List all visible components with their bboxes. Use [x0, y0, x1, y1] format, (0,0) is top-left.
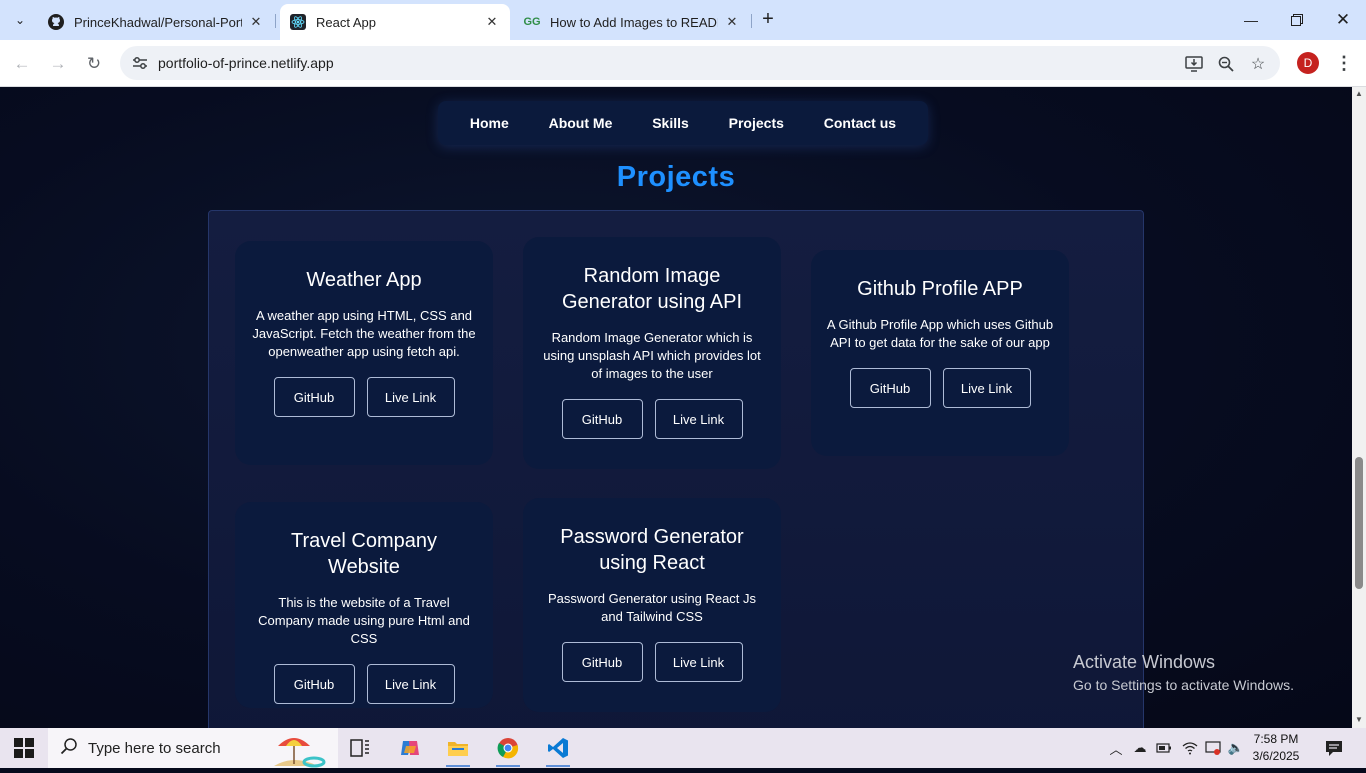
close-window-icon[interactable]: ✕ [1320, 0, 1366, 40]
project-title: Github Profile APP [857, 278, 1023, 300]
project-card: Weather App A weather app using HTML, CS… [235, 241, 493, 465]
page-viewport: Home About Me Skills Projects Contact us… [0, 87, 1352, 728]
file-explorer-icon[interactable] [440, 732, 476, 767]
project-card: Github Profile APP A Github Profile App … [811, 250, 1069, 456]
profile-avatar[interactable]: D [1297, 52, 1319, 74]
browser-toolbar: ← → ↻ portfolio-of-prince.netlify.app ☆ … [0, 40, 1366, 87]
nav-projects[interactable]: Projects [721, 115, 792, 131]
section-title: Projects [616, 161, 736, 193]
project-description: This is the website of a Travel Company … [258, 595, 470, 646]
project-card: Password Generator using React Password … [523, 498, 781, 712]
live-link-button[interactable]: Live Link [366, 664, 455, 704]
scroll-down-icon[interactable]: ▼ [1355, 715, 1363, 724]
forward-icon[interactable]: → [44, 50, 72, 78]
security-alert-icon[interactable] [1203, 738, 1223, 758]
watermark-title: Activate Windows [1073, 652, 1216, 672]
live-link-button[interactable]: Live Link [366, 377, 455, 417]
windows-taskbar: Type here to search ︿ ☁ 🔈 7:58 PM 3/6/20… [0, 728, 1366, 768]
page-scrollbar[interactable]: ▲ ▼ [1352, 87, 1366, 728]
browser-menu-icon[interactable]: ⋮ [1334, 52, 1354, 76]
search-placeholder: Type here to search [88, 739, 221, 757]
notification-icon[interactable] [1324, 738, 1344, 758]
scroll-up-icon[interactable]: ▲ [1355, 89, 1363, 98]
github-button[interactable]: GitHub [273, 377, 355, 417]
tab-title: PrinceKhadwal/Personal-Portfolio [74, 14, 242, 30]
projects-panel: Weather App A weather app using HTML, CS… [208, 210, 1144, 728]
battery-icon[interactable] [1154, 738, 1174, 758]
close-tab-icon[interactable]: ✕ [724, 14, 740, 30]
vscode-icon[interactable] [540, 732, 576, 767]
github-icon [48, 14, 64, 30]
github-button[interactable]: GitHub [561, 399, 643, 439]
github-button[interactable]: GitHub [849, 368, 931, 408]
new-tab-icon[interactable]: + [758, 9, 778, 30]
live-link-button[interactable]: Live Link [654, 642, 743, 682]
live-link-button[interactable]: Live Link [942, 368, 1031, 408]
show-hidden-icons-icon[interactable]: ︿ [1106, 738, 1126, 758]
github-button[interactable]: GitHub [561, 642, 643, 682]
react-icon [290, 14, 306, 30]
copilot-icon[interactable] [392, 732, 428, 764]
taskbar-clock[interactable]: 7:58 PM 3/6/2025 [1246, 731, 1306, 765]
scrollbar-thumb[interactable] [1355, 457, 1363, 589]
project-description: A Github Profile App which uses Github A… [826, 317, 1054, 350]
cloud-sync-icon[interactable]: ☁ [1130, 738, 1150, 758]
project-description: A weather app using HTML, CSS and JavaSc… [252, 308, 476, 359]
reload-icon[interactable]: ↻ [80, 50, 108, 78]
clock-date: 3/6/2025 [1252, 749, 1300, 763]
install-app-icon[interactable] [1182, 52, 1206, 76]
nav-home[interactable]: Home [462, 115, 517, 131]
site-info-icon[interactable] [130, 56, 150, 70]
project-title: Password Generator using React [560, 526, 744, 574]
tab-divider [751, 14, 752, 28]
project-description: Random Image Generator which is using un… [543, 330, 761, 381]
tab-geeksforgeeks[interactable]: GG How to Add Images to README ✕ [514, 4, 750, 40]
windows-start-icon[interactable] [14, 738, 34, 758]
tab-github[interactable]: PrinceKhadwal/Personal-Portfolio ✕ [38, 4, 274, 40]
wifi-icon[interactable] [1180, 738, 1200, 758]
zoom-icon[interactable] [1214, 52, 1238, 76]
tab-strip: ⌄ PrinceKhadwal/Personal-Portfolio ✕ Rea… [0, 0, 1366, 40]
project-description: Password Generator using React Js and Ta… [547, 591, 757, 624]
nav-about[interactable]: About Me [541, 115, 621, 131]
project-card: Travel Company Website This is the websi… [235, 502, 493, 708]
project-title: Travel Company Website [291, 530, 437, 578]
project-title: Random Image Generator using API [561, 265, 743, 313]
tab-title: How to Add Images to README [550, 14, 718, 30]
bookmark-star-icon[interactable]: ☆ [1246, 52, 1270, 76]
site-navbar: Home About Me Skills Projects Contact us [438, 101, 928, 145]
nav-contact[interactable]: Contact us [816, 115, 904, 131]
nav-skills[interactable]: Skills [644, 115, 697, 131]
close-tab-icon[interactable]: ✕ [248, 14, 264, 30]
minimize-icon[interactable]: — [1228, 0, 1274, 40]
project-title: Weather App [306, 269, 422, 291]
project-card: Random Image Generator using API Random … [523, 237, 781, 469]
geeksforgeeks-icon: GG [523, 16, 541, 28]
tab-search-dropdown-icon[interactable]: ⌄ [8, 8, 32, 32]
tab-divider [275, 14, 276, 28]
address-bar[interactable]: portfolio-of-prince.netlify.app [120, 46, 1280, 80]
github-button[interactable]: GitHub [273, 664, 355, 704]
clock-time: 7:58 PM [1253, 732, 1299, 746]
volume-icon[interactable]: 🔈 [1226, 738, 1246, 758]
live-link-button[interactable]: Live Link [654, 399, 743, 439]
tab-react-app[interactable]: React App ✕ [280, 4, 510, 40]
chrome-icon[interactable] [490, 732, 526, 767]
restore-icon[interactable] [1274, 0, 1320, 40]
url-text: portfolio-of-prince.netlify.app [158, 55, 334, 71]
tab-title: React App [316, 14, 376, 30]
watermark-subtitle: Go to Settings to activate Windows. [1073, 677, 1294, 693]
beach-umbrella-icon [254, 730, 334, 773]
activate-windows-watermark: Activate Windows Go to Settings to activ… [1073, 652, 1294, 694]
taskbar-search[interactable]: Type here to search [48, 728, 338, 768]
search-icon [60, 737, 80, 760]
close-tab-icon[interactable]: ✕ [484, 14, 500, 30]
task-view-icon[interactable] [342, 732, 378, 764]
back-icon[interactable]: ← [8, 50, 36, 78]
